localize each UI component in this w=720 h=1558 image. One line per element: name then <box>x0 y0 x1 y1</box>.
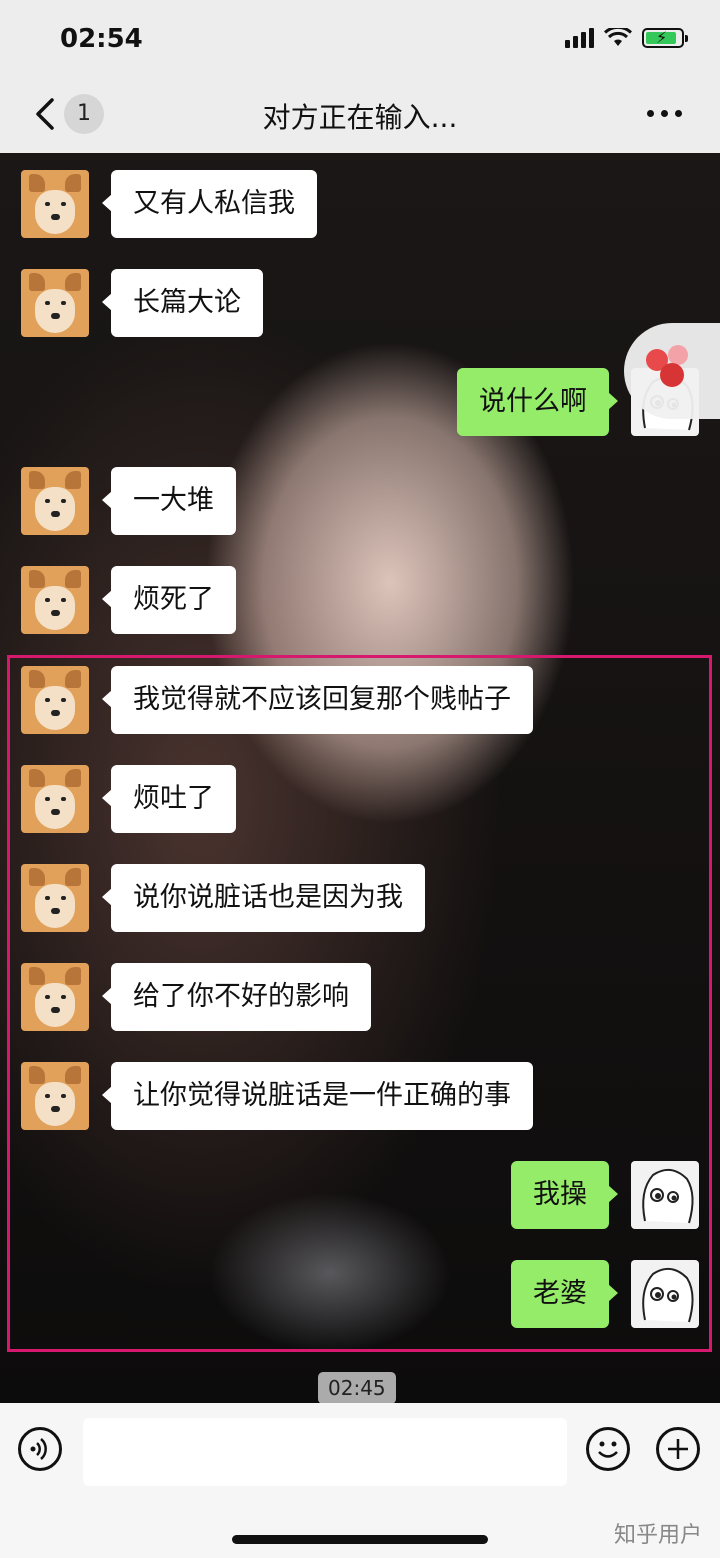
message-timestamp: 02:45 <box>318 1372 396 1403</box>
chat-title: 对方正在输入... <box>262 101 458 134</box>
watermark: 知乎用户 <box>613 1523 702 1548</box>
battery-icon: ⚡ <box>642 28 688 48</box>
wifi-icon <box>604 28 632 46</box>
incoming-message[interactable]: 一大堆 <box>102 467 236 535</box>
top-bar: 02:54 ⚡ 1 对方正在输入... <box>0 0 720 153</box>
signal-icon <box>565 28 594 48</box>
contact-avatar[interactable] <box>21 269 89 337</box>
message-row: 长篇大论 <box>0 269 720 339</box>
floating-ball-icon[interactable] <box>624 323 720 419</box>
message-row: 又有人私信我 <box>0 170 720 240</box>
status-time: 02:54 <box>60 24 143 54</box>
status-icons: ⚡ <box>565 28 688 48</box>
contact-avatar[interactable] <box>21 467 89 535</box>
incoming-message[interactable]: 长篇大论 <box>102 269 263 337</box>
contact-avatar[interactable] <box>21 566 89 634</box>
input-bar: 知乎用户 <box>0 1403 720 1558</box>
chat-area[interactable]: 又有人私信我 长篇大论 说什么啊 一大堆 烦死了 我觉得就不应该回复那个贱帖子 烦吐了 说你说… <box>0 153 720 1403</box>
message-row: 一大堆 <box>0 467 720 537</box>
more-icon[interactable] <box>647 110 682 117</box>
incoming-message[interactable]: 又有人私信我 <box>102 170 317 238</box>
contact-avatar[interactable] <box>21 170 89 238</box>
voice-icon[interactable] <box>18 1427 62 1471</box>
message-row: 烦死了 <box>0 566 720 636</box>
message-input[interactable] <box>83 1418 567 1486</box>
outgoing-message[interactable]: 说什么啊 <box>457 368 618 436</box>
message-row: 说什么啊 <box>0 368 720 438</box>
home-indicator <box>232 1535 488 1544</box>
highlight-box <box>7 655 712 1352</box>
emoji-icon[interactable] <box>586 1427 630 1471</box>
plus-icon[interactable] <box>656 1427 700 1471</box>
incoming-message[interactable]: 烦死了 <box>102 566 236 634</box>
